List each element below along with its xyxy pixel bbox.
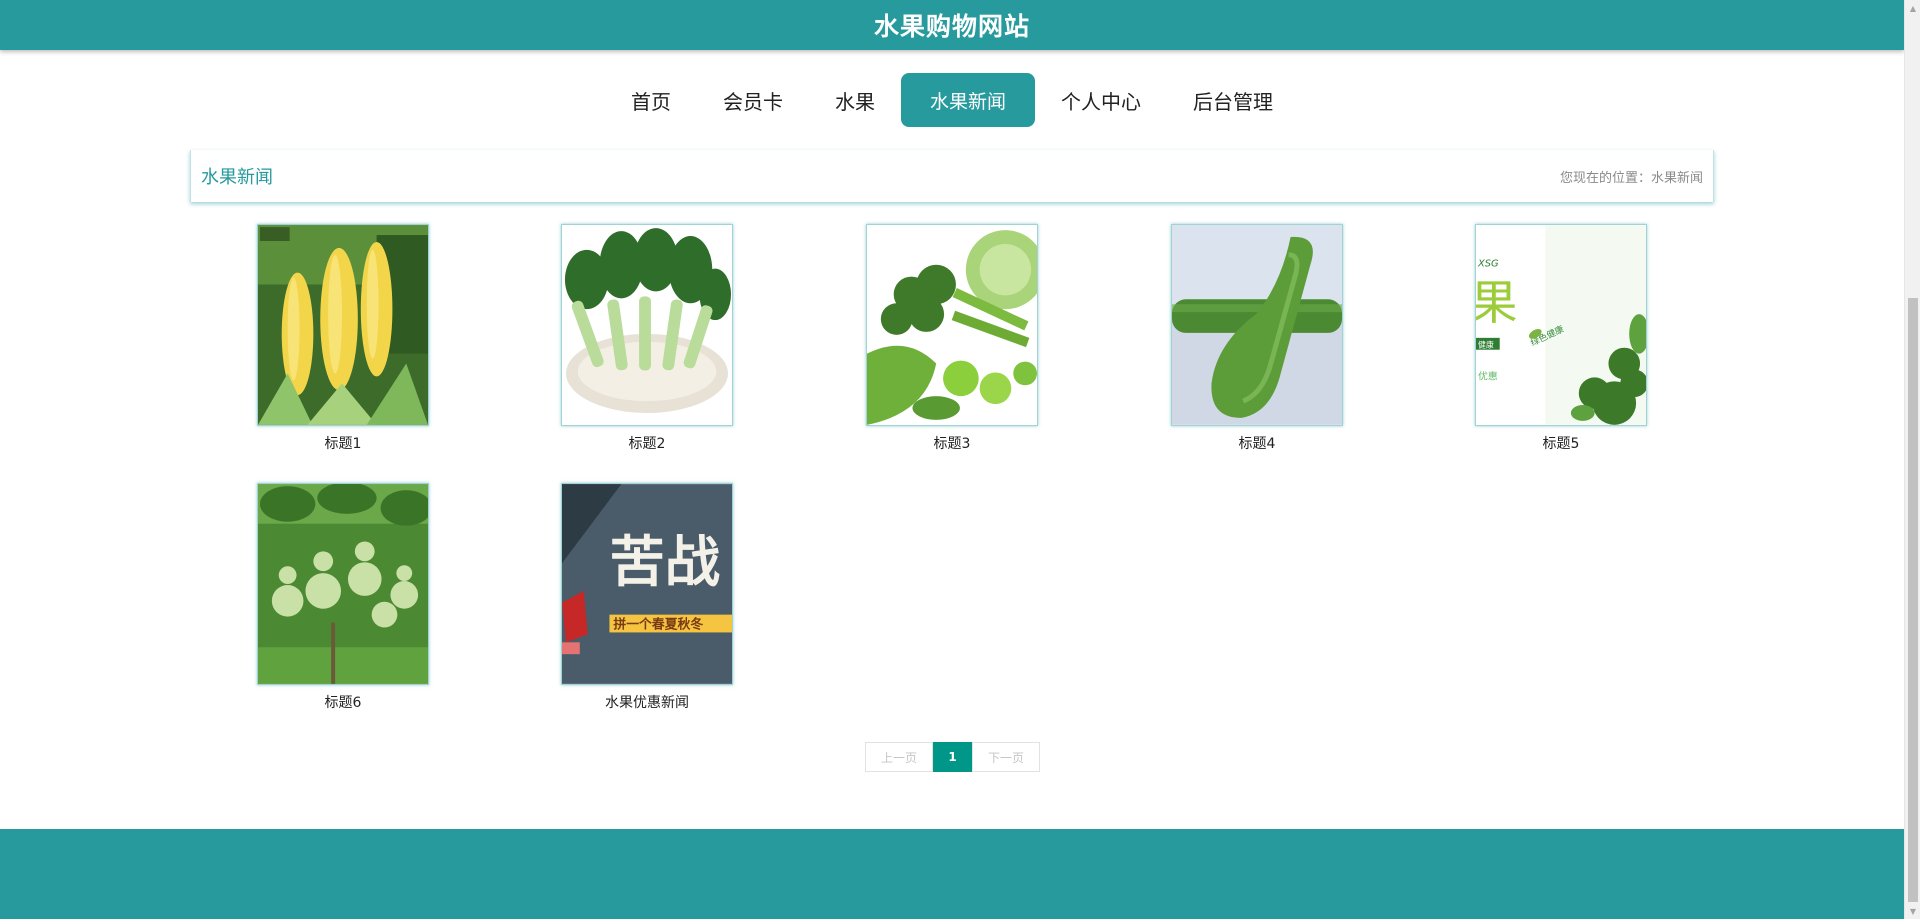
section-title: 水果新闻: [201, 167, 273, 188]
banner-tag-text: 健康: [1478, 340, 1494, 350]
news-title[interactable]: 标题1: [257, 433, 429, 453]
news-card[interactable]: XSG 果 健康 优惠 绿色健康 标题5: [1475, 224, 1647, 453]
green-vegetables-image[interactable]: [866, 224, 1038, 426]
banner-big-text: 果: [1475, 276, 1518, 331]
banner-top-text: XSG: [1477, 259, 1499, 270]
news-card[interactable]: 标题4: [1171, 224, 1343, 453]
scroll-down-arrow-icon[interactable]: ▼: [1905, 903, 1920, 919]
news-title[interactable]: 标题6: [257, 692, 429, 712]
site-header: 水果购物网站: [0, 0, 1904, 50]
news-title[interactable]: 标题4: [1171, 433, 1343, 453]
gourd-vine-image[interactable]: [257, 483, 429, 685]
section-header: 水果新闻 您现在的位置：水果新闻: [190, 150, 1714, 202]
pagination: 上一页 1 下一页: [865, 742, 1040, 772]
scrollbar-thumb[interactable]: [1908, 298, 1918, 902]
news-card[interactable]: 标题2: [561, 224, 733, 453]
prev-page-button[interactable]: 上一页: [865, 742, 933, 772]
bok-choy-image[interactable]: [561, 224, 733, 426]
news-title[interactable]: 标题2: [561, 433, 733, 453]
news-card[interactable]: 标题3: [866, 224, 1038, 453]
fruit-banner-image[interactable]: XSG 果 健康 优惠 绿色健康: [1475, 224, 1647, 426]
main-nav: 首页 会员卡 水果 水果新闻 个人中心 后台管理: [0, 73, 1904, 127]
cucumber-image[interactable]: [1171, 224, 1343, 426]
promo-ribbon-text: 拼一个春夏秋冬: [613, 616, 703, 632]
news-card[interactable]: 标题1: [257, 224, 429, 453]
news-title[interactable]: 标题5: [1475, 433, 1647, 453]
news-card[interactable]: 苦战 拼一个春夏秋冬 水果优惠新闻: [561, 483, 733, 712]
vertical-scrollbar[interactable]: ▲ ▼: [1904, 0, 1920, 919]
site-title: 水果购物网站: [873, 12, 1030, 41]
site-footer: [0, 829, 1904, 919]
nav-item-fruit[interactable]: 水果: [809, 73, 901, 127]
scroll-up-arrow-icon[interactable]: ▲: [1905, 0, 1920, 16]
nav-item-member-card[interactable]: 会员卡: [697, 73, 809, 127]
news-card[interactable]: 标题6: [257, 483, 429, 712]
promo-big-text: 苦战: [609, 530, 720, 595]
news-title[interactable]: 水果优惠新闻: [561, 692, 733, 712]
nav-item-fruit-news[interactable]: 水果新闻: [900, 73, 1035, 127]
breadcrumb: 您现在的位置：水果新闻: [1559, 170, 1703, 186]
promo-poster-image[interactable]: 苦战 拼一个春夏秋冬: [561, 483, 733, 685]
next-page-button[interactable]: 下一页: [972, 742, 1040, 772]
current-page-button[interactable]: 1: [933, 742, 972, 772]
nav-item-personal-center[interactable]: 个人中心: [1035, 73, 1167, 127]
corn-image[interactable]: [257, 224, 429, 426]
nav-item-admin[interactable]: 后台管理: [1167, 73, 1299, 127]
banner-sub-text: 优惠: [1478, 369, 1498, 382]
news-title[interactable]: 标题3: [866, 433, 1038, 453]
nav-item-home[interactable]: 首页: [605, 73, 697, 127]
